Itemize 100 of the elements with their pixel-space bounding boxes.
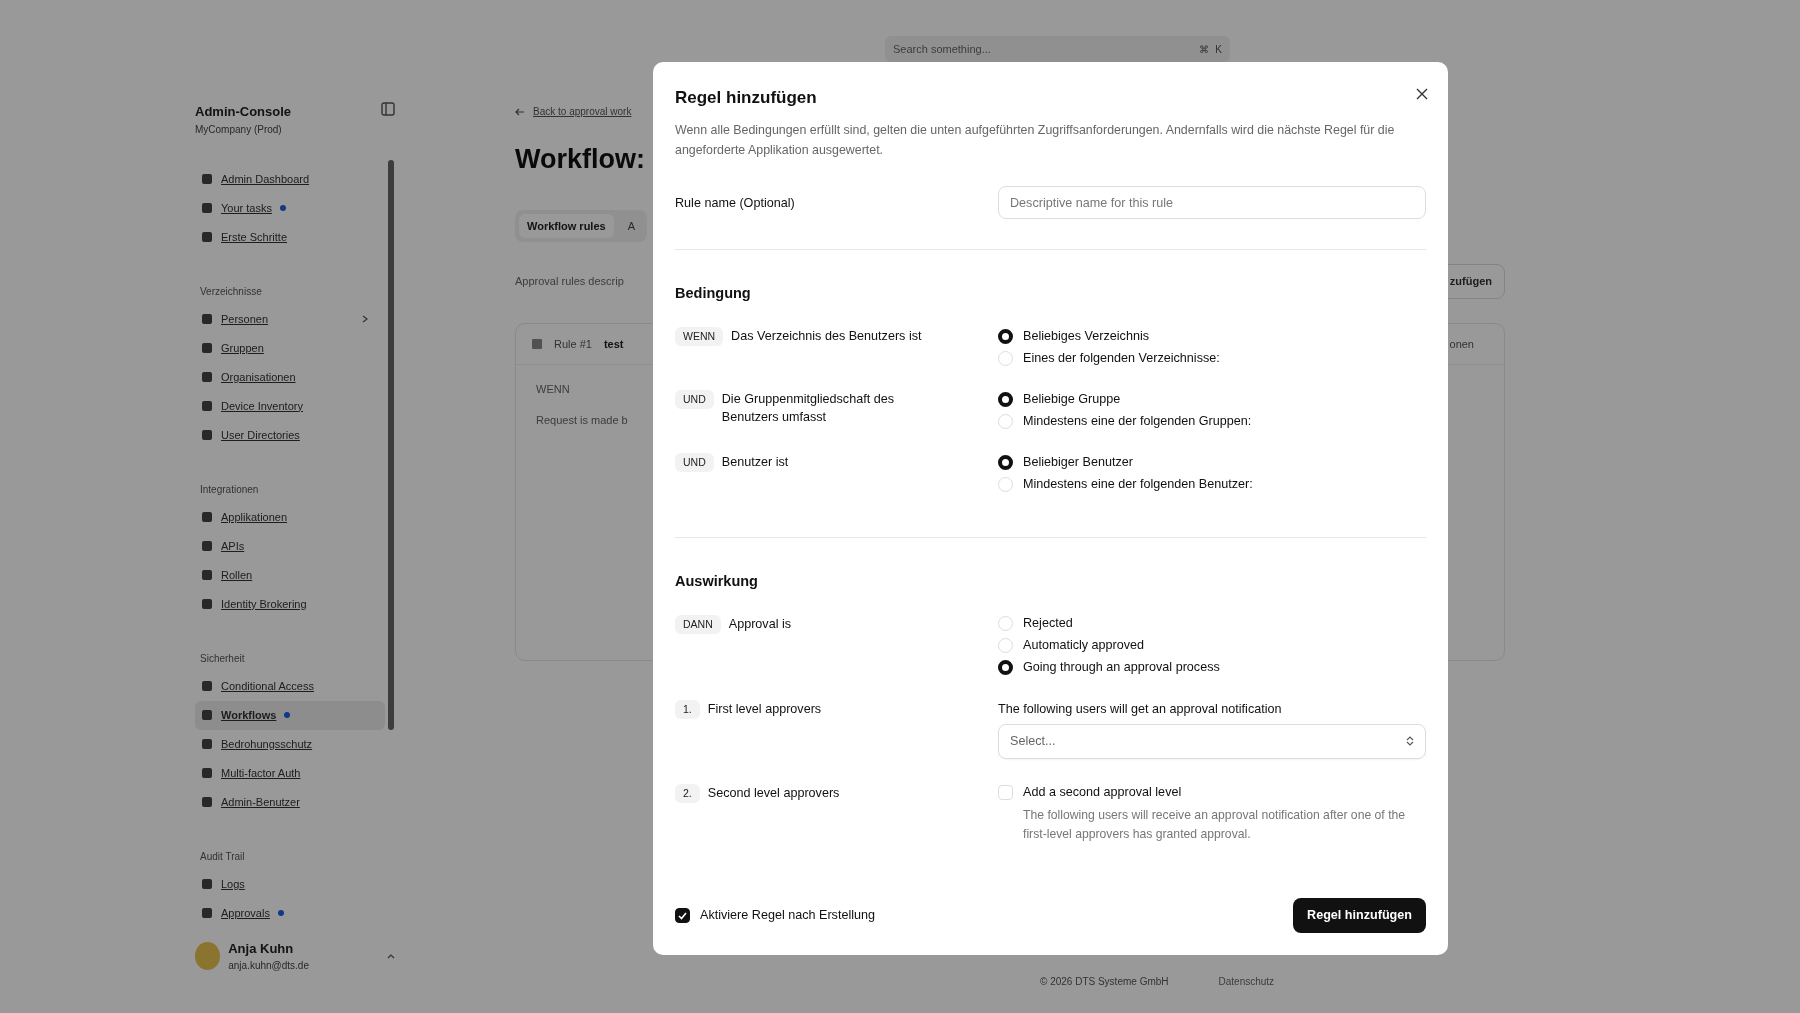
section-heading: Sicherheit — [199, 651, 245, 666]
avatar — [195, 941, 221, 970]
user-name: Anja Kuhn — [228, 939, 295, 958]
copyright-text: © 2026 DTS Systeme GmbH — [1040, 975, 1169, 989]
field-label: Rule name (Optional) — [675, 194, 795, 212]
condition-tag: 2. — [675, 783, 700, 803]
condition-label: First level approvers — [707, 700, 822, 718]
page-description: Approval rules descrip — [515, 274, 624, 289]
square-icon — [201, 202, 213, 214]
search-field[interactable]: Search something... ⌘ K — [885, 36, 1230, 62]
sidebar-item[interactable]: Applikationen — [195, 502, 385, 532]
tab[interactable]: A — [619, 213, 643, 238]
square-icon — [201, 680, 213, 692]
sidebar-item[interactable]: Logs — [195, 869, 385, 899]
radio-button[interactable] — [998, 328, 1013, 344]
square-icon — [201, 738, 213, 750]
sidebar-item[interactable]: Bedrohungsschutz — [195, 729, 385, 759]
sidebar-item[interactable]: Multi-factor Auth — [195, 758, 385, 788]
radio-option[interactable]: Mindestens eine der folgenden Gruppen: — [998, 410, 1426, 433]
radio-button[interactable] — [998, 660, 1013, 676]
sidebar-item[interactable]: Personen — [195, 304, 385, 334]
square-icon — [201, 371, 213, 383]
submit-button[interactable]: Regel hinzufügen — [1293, 898, 1426, 933]
page-title: Workflow: — [515, 143, 645, 176]
sidebar-item[interactable]: APIs — [195, 531, 385, 561]
sidebar-item[interactable]: Approvals — [195, 898, 385, 928]
sidebar-item[interactable]: Organisationen — [195, 362, 385, 392]
section-heading: Bedingung — [675, 284, 751, 304]
sidebar-item[interactable]: Rollen — [195, 560, 385, 590]
select-placeholder: Select... — [1010, 732, 1056, 750]
shortcut-key: ⌘ — [1199, 41, 1210, 57]
status-dot — [279, 205, 286, 211]
condition-label: Approval is — [728, 615, 792, 633]
sidebar-item[interactable]: Admin-Benutzer — [195, 787, 385, 817]
close-icon — [1416, 87, 1428, 100]
square-icon — [201, 907, 213, 919]
sidebar-item[interactable]: Device Inventory — [195, 391, 385, 421]
status-dot — [284, 712, 291, 718]
radio-option[interactable]: Beliebiges Verzeichnis — [998, 325, 1426, 348]
dialog-title: Regel hinzufügen — [675, 88, 817, 109]
activate-checkbox-option[interactable]: Aktiviere Regel nach Erstellung — [675, 904, 875, 927]
scrollbar[interactable] — [388, 160, 394, 730]
sidebar-item[interactable]: Your tasks — [195, 193, 385, 223]
shortcut-key: K — [1215, 41, 1222, 57]
square-icon — [201, 511, 213, 523]
square-icon — [201, 313, 213, 325]
status-dot — [277, 910, 284, 916]
sidebar-item[interactable]: Erste Schritte — [195, 222, 385, 252]
chevron-right-icon — [361, 315, 369, 323]
condition-label: Das Verzeichnis des Benutzers ist — [731, 328, 922, 346]
sidebar-item[interactable]: Workflows — [195, 700, 385, 730]
radio-option[interactable]: Eines der folgenden Verzeichnisse: — [998, 347, 1426, 370]
condition-tag: 1. — [675, 699, 700, 719]
square-icon — [201, 796, 213, 808]
rule-name-field[interactable]: Descriptive name for this rule — [998, 186, 1426, 220]
sidebar-item[interactable]: Admin Dashboard — [195, 164, 385, 194]
square-icon — [201, 231, 213, 243]
search-placeholder: Search something... — [893, 41, 992, 57]
sidebar-item[interactable]: Conditional Access — [195, 671, 385, 701]
app-title: Admin-Console — [195, 103, 292, 121]
radio-option[interactable]: Automaticly approved — [998, 634, 1426, 657]
helper-text: The following users will receive an approval notification after one of the first-level approvers has granted approval. — [1022, 806, 1407, 843]
square-icon — [201, 878, 213, 890]
sidebar-item[interactable]: Gruppen — [195, 333, 385, 363]
sidebar-item[interactable]: User Directories — [195, 420, 385, 450]
radio-button[interactable] — [998, 391, 1013, 407]
square-icon — [201, 709, 213, 721]
tab[interactable]: Workflow rules — [519, 213, 614, 238]
condition-label: Die Gruppenmitgliedschaft des Benutzers umfasst — [721, 391, 895, 427]
chevron-up-down-icon — [1406, 736, 1414, 747]
back-link[interactable]: Back to approval work — [515, 104, 632, 119]
radio-option[interactable]: Mindestens eine der folgenden Benutzer: — [998, 473, 1426, 496]
checkbox-option[interactable]: Add a second approval level — [998, 781, 1426, 804]
condition-tag: UND — [675, 453, 714, 473]
dialog-description: Wenn alle Bedingungen erfüllt sind, gelten die unten aufgeführten Zugriffsanforderungen. Andernfalls wird die nächste Regel für die angeforderte Applikation ausgewertet. — [675, 122, 1396, 160]
approver-select[interactable]: Select... — [998, 723, 1426, 759]
square-icon — [201, 342, 213, 354]
check-icon — [678, 911, 687, 920]
square-icon — [201, 569, 213, 581]
radio-option[interactable]: Beliebige Gruppe — [998, 388, 1426, 411]
sidebar-toggle-icon[interactable] — [381, 102, 395, 116]
condition-tag: UND — [675, 390, 714, 410]
condition-text: Request is made b — [536, 412, 628, 428]
radio-option[interactable]: Going through an approval process — [998, 656, 1426, 679]
condition-tag: WENN — [675, 327, 724, 347]
privacy-link[interactable]: Datenschutz — [1218, 974, 1275, 989]
section-heading: Integrationen — [199, 482, 259, 497]
grip-icon[interactable] — [532, 338, 542, 349]
rule-name: test — [603, 336, 624, 352]
arrow-left-icon — [515, 108, 525, 117]
square-icon — [201, 767, 213, 779]
radio-option[interactable]: Rejected — [998, 612, 1426, 635]
rule-menu-button[interactable]: onen — [1449, 335, 1474, 352]
condition-label: Second level approvers — [707, 784, 840, 802]
square-icon — [201, 540, 213, 552]
checkbox[interactable] — [675, 908, 690, 924]
square-icon — [201, 173, 213, 185]
radio-option[interactable]: Beliebiger Benutzer — [998, 451, 1426, 474]
sidebar-item[interactable]: Identity Brokering — [195, 589, 385, 619]
radio-button[interactable] — [998, 454, 1013, 470]
